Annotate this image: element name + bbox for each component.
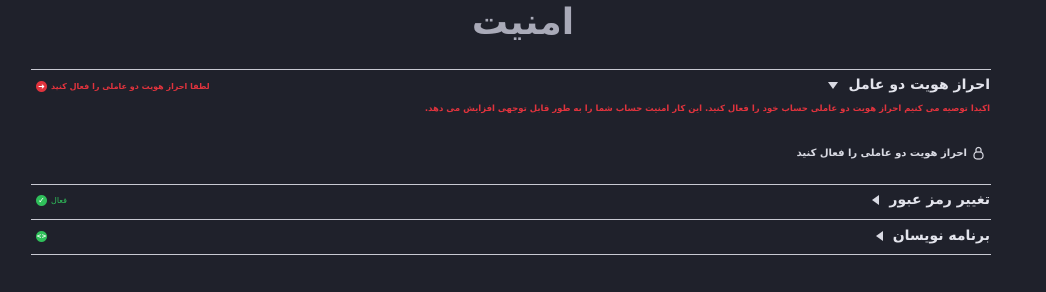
developers-title: برنامه نویسان: [892, 228, 990, 244]
enable-two-factor-label: احراز هویت دو عاملی را فعال کنید: [796, 147, 967, 159]
two-factor-section-header[interactable]: احراز هویت دو عامل: [828, 77, 990, 93]
change-password-title: تغییر رمز عبور: [889, 192, 990, 208]
page-title: امنیت: [471, 2, 575, 43]
code-icon: <>: [36, 231, 47, 242]
enable-two-factor-button[interactable]: احراز هویت دو عاملی را فعال کنید: [797, 146, 984, 160]
change-password-section-header[interactable]: تغییر رمز عبور: [872, 192, 990, 208]
arrow-right-icon: ➜: [36, 81, 47, 92]
divider: [31, 254, 991, 255]
change-password-status-text: فعال: [51, 196, 67, 205]
security-page: امنیت احراز هویت دو عامل ➜ لطفا احراز هو…: [0, 0, 1046, 292]
divider: [31, 184, 991, 185]
two-factor-status: ➜ لطفا احراز هویت دو عاملی را فعال کنید: [36, 81, 210, 92]
developers-status: <>: [36, 231, 47, 242]
developers-section-header[interactable]: برنامه نویسان: [875, 228, 990, 244]
two-factor-title: احراز هویت دو عامل: [848, 77, 990, 93]
chevron-down-icon: [828, 81, 839, 89]
chevron-left-icon: [875, 231, 883, 241]
change-password-status: ✓ فعال: [36, 195, 67, 206]
two-factor-warning: اکیدا توصیه می کنیم احراز هویت دو عاملی …: [424, 104, 990, 114]
check-icon: ✓: [36, 195, 47, 206]
two-factor-status-text: لطفا احراز هویت دو عاملی را فعال کنید: [51, 82, 210, 91]
chevron-left-icon: [872, 195, 880, 205]
divider: [31, 69, 991, 70]
divider: [31, 219, 991, 220]
lock-icon: [973, 146, 984, 160]
